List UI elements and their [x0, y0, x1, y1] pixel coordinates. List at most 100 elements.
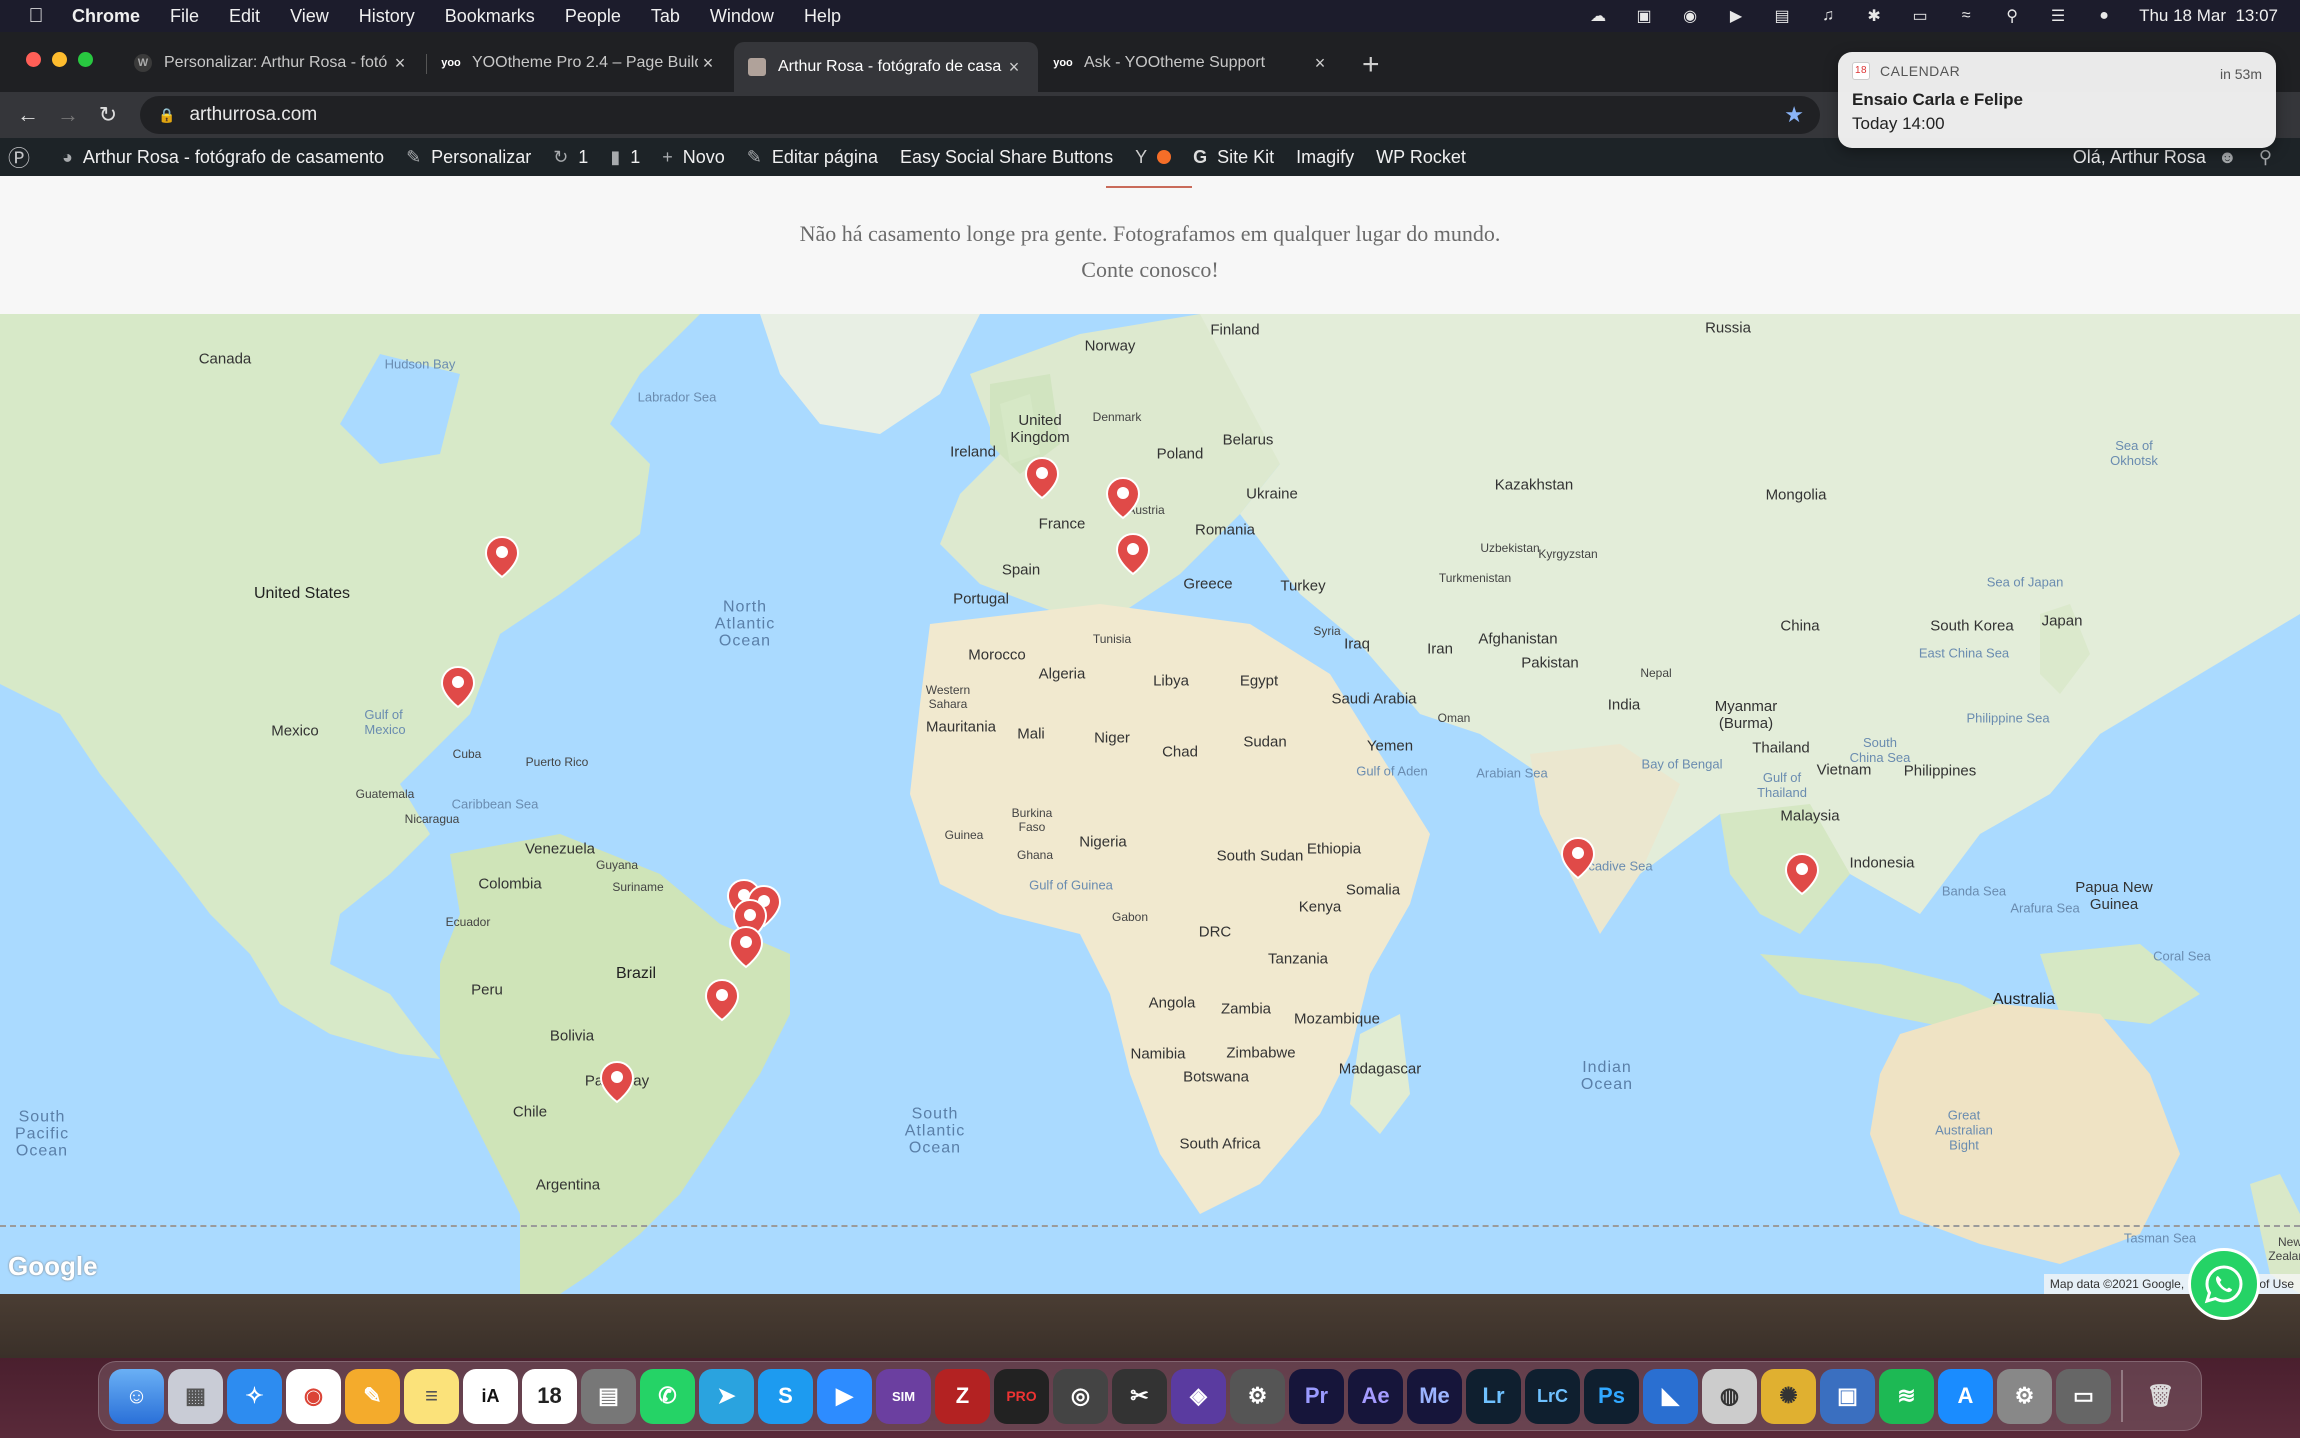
calendar-notification[interactable]: 18 CALENDAR in 53m Ensaio Carla e Felipe…	[1838, 52, 2276, 148]
chrome-icon[interactable]: ◉	[286, 1368, 341, 1424]
menu-bookmarks[interactable]: Bookmarks	[445, 6, 535, 27]
wp-yoast[interactable]: Y	[1135, 147, 1172, 168]
tab-yootheme-builder[interactable]: yoo YOOtheme Pro 2.4 – Page Build ×	[428, 42, 732, 84]
calculator-icon[interactable]: ▤	[581, 1368, 636, 1424]
after-effects-icon[interactable]: Ae	[1348, 1368, 1403, 1424]
calendar-app-icon[interactable]: 18	[522, 1368, 577, 1424]
wp-comments[interactable]: ▮ 1	[610, 147, 640, 168]
close-icon[interactable]: ×	[1004, 57, 1024, 78]
filezilla-icon[interactable]: Z	[935, 1368, 990, 1424]
telegram-icon[interactable]: ➤	[699, 1368, 754, 1424]
final-cut-icon[interactable]: ✂	[1112, 1368, 1167, 1424]
lightroom-classic-icon[interactable]: LrC	[1525, 1368, 1580, 1424]
menu-view[interactable]: View	[290, 6, 329, 27]
whatsapp-button[interactable]	[2188, 1248, 2260, 1320]
tab-yootheme-support[interactable]: yoo Ask - YOOtheme Support ×	[1040, 42, 1344, 84]
lightroom-icon[interactable]: Lr	[1466, 1368, 1521, 1424]
simcity-icon[interactable]: SIM	[876, 1368, 931, 1424]
settings-icon[interactable]: ⚙	[1997, 1368, 2052, 1424]
map-pin[interactable]	[1784, 852, 1820, 896]
launchpad-icon[interactable]: ▦	[168, 1368, 223, 1424]
map-pin[interactable]	[440, 665, 476, 709]
map-pin[interactable]	[599, 1060, 635, 1104]
wp-customize[interactable]: ✎ Personalizar	[406, 147, 531, 168]
menu-history[interactable]: History	[359, 6, 415, 27]
media-encoder-icon[interactable]: Me	[1407, 1368, 1462, 1424]
wp-site-link[interactable]: ◕ Arthur Rosa - fotógrafo de casamento	[62, 147, 384, 168]
menu-app[interactable]: Chrome	[72, 6, 140, 27]
tab-personalizar[interactable]: W Personalizar: Arthur Rosa - fotó ×	[120, 42, 424, 84]
wp-rocket[interactable]: WP Rocket	[1376, 147, 1466, 168]
apple-icon[interactable]: 	[0, 5, 72, 28]
lock-icon[interactable]: 🔒	[158, 107, 175, 124]
premiere-icon[interactable]: Pr	[1289, 1368, 1344, 1424]
menu-help[interactable]: Help	[804, 6, 841, 27]
drive-icon[interactable]: ▣	[1633, 7, 1655, 25]
map-pin[interactable]	[1115, 532, 1151, 576]
bookmark-star-icon[interactable]: ★	[1784, 102, 1804, 128]
spotify-icon[interactable]: ≋	[1879, 1368, 1934, 1424]
wifi-icon[interactable]: ≈	[1955, 7, 1977, 25]
map-pin[interactable]	[484, 535, 520, 579]
map-attribution[interactable]: Map data ©2021 Google, INEGI Terms of Us…	[2043, 1274, 2300, 1294]
app-store-icon[interactable]: A	[1938, 1368, 1993, 1424]
clock[interactable]: Thu 18 Mar 13:07	[2139, 6, 2278, 26]
forward-button[interactable]: →	[48, 102, 88, 128]
safari-icon[interactable]: ✧	[227, 1368, 282, 1424]
wp-account[interactable]: Olá, Arthur Rosa ☻ ⚲	[2073, 147, 2282, 168]
screen-capture-icon[interactable]: ▭	[2056, 1368, 2111, 1424]
aperture-icon[interactable]: ✺	[1761, 1368, 1816, 1424]
h-icon[interactable]: ◉	[1679, 7, 1701, 25]
photoshop-icon[interactable]: Ps	[1584, 1368, 1639, 1424]
menu-people[interactable]: People	[565, 6, 621, 27]
play-icon[interactable]: ▶	[1725, 7, 1747, 25]
skype-icon[interactable]: S	[758, 1368, 813, 1424]
bluetooth-icon[interactable]: ✱	[1863, 7, 1885, 25]
siri-icon[interactable]: ●	[2093, 7, 2115, 25]
notes-icon[interactable]: ≡	[404, 1368, 459, 1424]
zoom-window-button[interactable]	[78, 52, 93, 67]
compressor-icon[interactable]: ◎	[1053, 1368, 1108, 1424]
reload-button[interactable]: ↻	[88, 102, 128, 128]
menu-edit[interactable]: Edit	[229, 6, 260, 27]
map-pin[interactable]	[704, 978, 740, 1022]
close-window-button[interactable]	[26, 52, 41, 67]
new-tab-button[interactable]: +	[1362, 48, 1380, 82]
photo-booth-icon[interactable]: ▣	[1820, 1368, 1875, 1424]
wp-edit-page[interactable]: ✎ Editar página	[747, 147, 878, 168]
zoom-icon[interactable]: ▶	[817, 1368, 872, 1424]
menu-tab[interactable]: Tab	[651, 6, 680, 27]
close-icon[interactable]: ×	[390, 53, 410, 74]
wp-new[interactable]: + Novo	[662, 147, 725, 168]
creative-cloud-icon[interactable]: ☁	[1587, 7, 1609, 25]
wp-sitekit[interactable]: G Site Kit	[1193, 147, 1274, 168]
wordpress-logo-icon[interactable]: Ⓟ	[8, 141, 40, 173]
volume-icon[interactable]: ♫	[1817, 7, 1839, 25]
cut-icon[interactable]: ◣	[1643, 1368, 1698, 1424]
pro-icon[interactable]: PRO	[994, 1368, 1049, 1424]
lens-icon[interactable]: ◍	[1702, 1368, 1757, 1424]
map-pin[interactable]	[1560, 836, 1596, 880]
address-bar[interactable]: 🔒 arthurrosa.com ★	[140, 96, 1820, 134]
wp-social-share[interactable]: Easy Social Share Buttons	[900, 147, 1113, 168]
close-icon[interactable]: ×	[698, 53, 718, 74]
map-pin[interactable]	[728, 925, 764, 969]
motion-icon[interactable]: ◈	[1171, 1368, 1226, 1424]
tools-icon[interactable]: ⚙	[1230, 1368, 1285, 1424]
pages-icon[interactable]: ✎	[345, 1368, 400, 1424]
wp-updates[interactable]: ↻ 1	[553, 147, 588, 168]
menu-window[interactable]: Window	[710, 6, 774, 27]
minimize-window-button[interactable]	[52, 52, 67, 67]
trash-icon[interactable]: 🗑	[2133, 1369, 2188, 1424]
menu-file[interactable]: File	[170, 6, 199, 27]
finder-icon[interactable]: ☺	[109, 1368, 164, 1424]
control-center-icon[interactable]: ☰	[2047, 7, 2069, 25]
wp-imagify[interactable]: Imagify	[1296, 147, 1354, 168]
whatsapp-app-icon[interactable]: ✆	[640, 1368, 695, 1424]
close-icon[interactable]: ×	[1310, 53, 1330, 74]
battery-icon[interactable]: ▭	[1909, 7, 1931, 25]
display-icon[interactable]: ▤	[1771, 7, 1793, 25]
map-pin[interactable]	[1105, 476, 1141, 520]
world-map[interactable]: Canada Hudson Bay Labrador Sea United St…	[0, 314, 2300, 1294]
back-button[interactable]: ←	[8, 102, 48, 128]
